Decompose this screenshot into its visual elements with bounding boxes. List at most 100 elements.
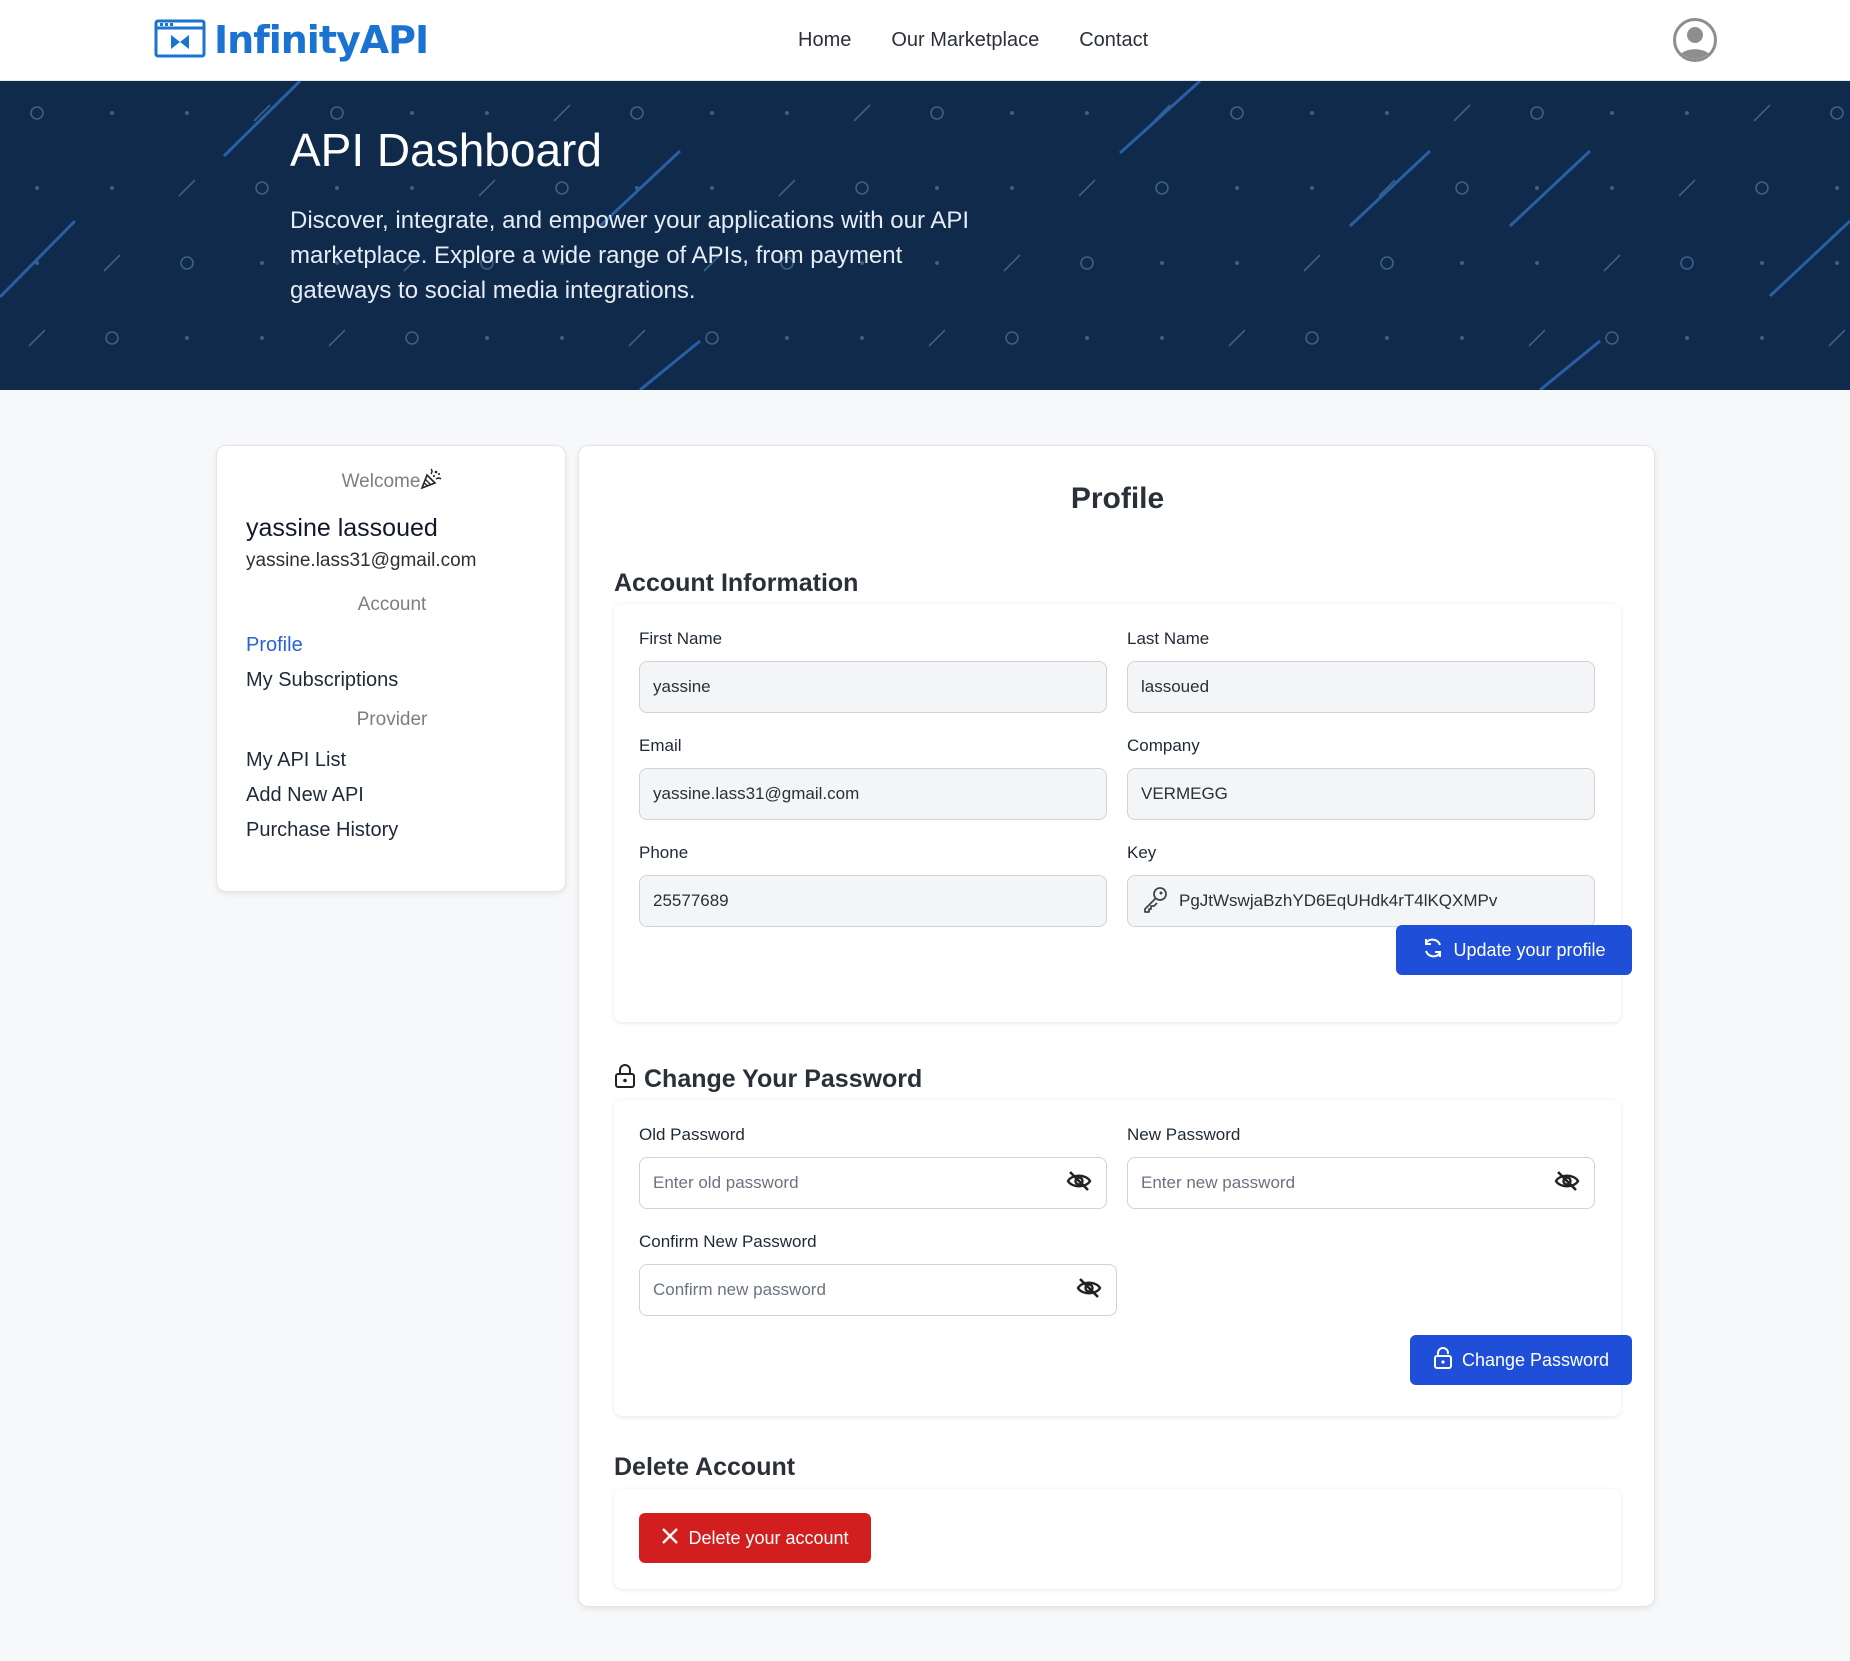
hero-pattern-mark: [710, 186, 714, 190]
hero-pattern-mark: [853, 104, 871, 122]
brand-name: InfinityAPI: [214, 18, 429, 62]
first-name-input[interactable]: [653, 677, 1093, 697]
hero-pattern-mark: [1535, 186, 1539, 190]
provider-section-heading: Provider: [356, 709, 428, 730]
account-info-heading: Account Information: [614, 569, 858, 598]
user-avatar-icon[interactable]: [1673, 18, 1717, 62]
sidebar-item-my-api-list[interactable]: My API List: [246, 749, 346, 772]
party-popper-icon: [420, 468, 442, 492]
brand-logo[interactable]: InfinityAPI: [154, 18, 429, 62]
old-password-input[interactable]: [653, 1173, 1057, 1193]
hero-pattern-mark: [1160, 336, 1164, 340]
hero-pattern-mark: [1610, 186, 1614, 190]
new-password-field[interactable]: [1127, 1157, 1595, 1209]
hero-pattern-mark: [1455, 181, 1469, 195]
hero-pattern-mark: [1085, 336, 1089, 340]
delete-account-heading-text: Delete Account: [614, 1453, 796, 1481]
hero-pattern-mark: [185, 336, 189, 340]
api-key-field[interactable]: [1127, 875, 1595, 927]
hero-pattern-mark: [1835, 186, 1839, 190]
hero-pattern-mark: [1385, 111, 1389, 115]
account-info-heading-text: Account Information: [614, 569, 859, 597]
change-password-label: Change Password: [1461, 1349, 1610, 1370]
email-field[interactable]: [639, 768, 1107, 820]
hero-pattern-mark: [30, 106, 44, 120]
hero-pattern-mark: [255, 181, 269, 195]
account-section-heading: Account: [357, 594, 427, 615]
hero-pattern-mark: [1680, 256, 1694, 270]
update-profile-button[interactable]: Update your profile: [1396, 925, 1632, 975]
hero-pattern-mark: [405, 331, 419, 345]
nav-home-link[interactable]: Home: [798, 24, 851, 56]
first-name-field[interactable]: [639, 661, 1107, 713]
key-label: Key: [1127, 843, 1157, 862]
hero-pattern-mark: [1610, 111, 1614, 115]
hero-title: API Dashboard: [290, 124, 602, 176]
api-key-input[interactable]: [1179, 891, 1581, 911]
company-input[interactable]: [1141, 784, 1581, 804]
delete-account-button[interactable]: Delete your account: [639, 1513, 871, 1563]
key-icon: [1141, 885, 1169, 918]
change-password-panel: Old Password New Password Confirm New Pa…: [614, 1100, 1632, 1416]
hero-pattern-mark: [1685, 336, 1689, 340]
hero-pattern-mark: [1460, 261, 1464, 265]
last-name-field[interactable]: [1127, 661, 1595, 713]
sidebar-item-profile[interactable]: Profile: [246, 634, 303, 657]
hero-pattern-mark: [928, 329, 946, 347]
hero-pattern-mark: [260, 336, 264, 340]
eye-slash-icon[interactable]: [1553, 1169, 1581, 1198]
old-password-field[interactable]: [639, 1157, 1107, 1209]
hero-pattern-mark: [630, 106, 644, 120]
hero-pattern-mark: [1078, 179, 1096, 197]
hero-pattern-mark: [1003, 254, 1021, 272]
hero-pattern-mark: [1828, 329, 1846, 347]
hero-pattern-mark: [1010, 111, 1014, 115]
hero-pattern-mark: [1305, 331, 1319, 345]
hero-description: Discover, integrate, and empower your ap…: [290, 207, 970, 304]
old-password-label: Old Password: [639, 1125, 745, 1144]
hero-pattern-stroke: [1118, 81, 1202, 155]
nav-contact-link[interactable]: Contact: [1079, 24, 1148, 56]
sidebar-item-add-new-api[interactable]: Add New API: [246, 784, 364, 807]
eye-slash-icon[interactable]: [1065, 1169, 1093, 1198]
top-navbar: InfinityAPI Home Our Marketplace Contact: [0, 0, 1850, 81]
welcome-heading: Welcome: [217, 468, 567, 493]
new-password-input[interactable]: [1141, 1173, 1545, 1193]
last-name-input[interactable]: [1141, 677, 1581, 697]
change-password-heading: Change Your Password: [614, 1064, 922, 1095]
hero-pattern-mark: [1303, 254, 1321, 272]
hero-pattern-mark: [935, 186, 939, 190]
account-info-panel: First Name Last Name Email Company Phone…: [614, 604, 1632, 1022]
eye-slash-icon[interactable]: [1075, 1276, 1103, 1305]
hero-pattern-mark: [485, 336, 489, 340]
phone-label: Phone: [639, 843, 689, 862]
hero-pattern-mark: [1678, 179, 1696, 197]
hero-pattern-mark: [185, 111, 189, 115]
hero-pattern-mark: [410, 111, 414, 115]
phone-input[interactable]: [653, 891, 1093, 911]
lock-icon: [1433, 1346, 1453, 1374]
delete-account-label: Delete your account: [688, 1527, 849, 1548]
company-field[interactable]: [1127, 768, 1595, 820]
sidebar-item-purchase-history[interactable]: Purchase History: [246, 819, 398, 842]
confirm-password-input[interactable]: [653, 1280, 1067, 1300]
phone-field[interactable]: [639, 875, 1107, 927]
hero-pattern-mark: [1228, 329, 1246, 347]
hero-pattern-mark: [1310, 111, 1314, 115]
hero-pattern-mark: [110, 186, 114, 190]
hero-pattern-stroke: [1768, 219, 1850, 298]
hero-pattern-mark: [103, 254, 121, 272]
hero-pattern-mark: [1085, 111, 1089, 115]
email-input[interactable]: [653, 784, 1093, 804]
hero-pattern-mark: [1160, 261, 1164, 265]
welcome-label: Welcome: [341, 471, 421, 492]
nav-marketplace-link[interactable]: Our Marketplace: [891, 24, 1039, 56]
hero-pattern-stroke: [0, 219, 77, 299]
hero-pattern-mark: [110, 111, 114, 115]
page-title: Profile: [1070, 482, 1165, 515]
sidebar-item-my-subscriptions[interactable]: My Subscriptions: [246, 669, 398, 692]
email-label: Email: [639, 736, 682, 755]
confirm-password-field[interactable]: [639, 1264, 1117, 1316]
hero-pattern-stroke: [639, 339, 701, 390]
change-password-button[interactable]: Change Password: [1410, 1335, 1632, 1385]
